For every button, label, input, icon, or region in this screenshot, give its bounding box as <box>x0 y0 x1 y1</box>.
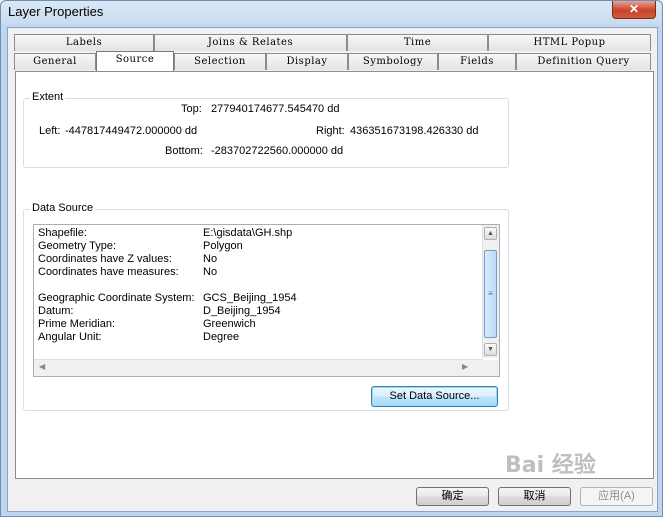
extent-bottom-value: -283702722560.000000 dd <box>211 145 344 157</box>
tab-row-back: Labels Joins & Relates Time HTML Popup <box>14 34 651 52</box>
row-key: Geographic Coordinate System: <box>38 292 195 304</box>
extent-left-value: -447817449472.000000 dd <box>65 125 198 137</box>
cancel-button[interactable]: 取消 <box>498 487 571 506</box>
tab-label: Fields <box>460 56 494 67</box>
row-value: Greenwich <box>203 318 256 330</box>
tab-label: Source <box>115 54 155 65</box>
row-value: No <box>203 253 218 265</box>
tab-definition-query[interactable]: Definition Query <box>516 53 651 70</box>
scroll-thumb[interactable]: ≡ <box>484 250 497 338</box>
source-tab-panel: Extent Top: 277940174677.545470 dd Left:… <box>15 71 654 479</box>
arrow-down-icon: ▼ <box>487 346 494 353</box>
tab-source[interactable]: Source <box>96 51 174 71</box>
set-data-source-button[interactable]: Set Data Source... <box>371 386 498 407</box>
data-source-listbox[interactable]: Shapefile: E:\gisdata\GH.shp Geometry Typ… <box>33 224 500 377</box>
tab-labels[interactable]: Labels <box>14 34 154 51</box>
extent-top-label: Top: <box>181 103 202 115</box>
tab-label: Joins & Relates <box>207 37 294 48</box>
data-source-group: Data Source Shapefile: E:\gisdata\GH.shp … <box>23 202 509 411</box>
extent-top-value: 277940174677.545470 dd <box>211 103 340 115</box>
tab-symbology[interactable]: Symbology <box>348 53 438 70</box>
tab-general[interactable]: General <box>14 53 96 70</box>
row-key: Coordinates have measures: <box>38 266 179 278</box>
grip-icon: ≡ <box>488 289 493 298</box>
dialog-client: Labels Joins & Relates Time HTML Popup G… <box>7 27 658 512</box>
tab-label: Selection <box>194 56 246 67</box>
arrow-left-icon[interactable]: ◀ <box>39 362 45 371</box>
close-icon: ✕ <box>628 2 640 16</box>
button-label: 确定 <box>441 490 464 502</box>
row-value: E:\gisdata\GH.shp <box>203 227 293 239</box>
scroll-up-button[interactable]: ▲ <box>484 227 497 240</box>
button-label: Set Data Source... <box>389 390 480 402</box>
button-label: 应用(A) <box>598 490 635 502</box>
tab-fields[interactable]: Fields <box>438 53 516 70</box>
tab-label: Labels <box>65 37 103 48</box>
tab-label: Display <box>286 56 328 67</box>
tab-label: General <box>33 56 77 67</box>
scroll-corner <box>483 360 499 376</box>
arrow-right-icon[interactable]: ▶ <box>462 362 468 371</box>
tab-selection[interactable]: Selection <box>174 53 266 70</box>
scroll-down-button[interactable]: ▼ <box>484 343 497 356</box>
row-key: Coordinates have Z values: <box>38 253 172 265</box>
extent-right-value: 436351673198.426330 dd <box>350 125 479 137</box>
layer-properties-window: Layer Properties ✕ Labels Joins & Relate… <box>0 0 663 517</box>
watermark-text: Bai 经验 <box>505 453 596 478</box>
tab-label: HTML Popup <box>533 37 606 48</box>
extent-bottom-label: Bottom: <box>165 145 203 157</box>
extent-right-label: Right: <box>316 125 345 137</box>
extent-left-label: Left: <box>39 125 61 137</box>
baidu-watermark: Bai 经验 <box>505 447 655 487</box>
tab-html-popup[interactable]: HTML Popup <box>488 34 651 51</box>
row-key: Shapefile: <box>38 227 87 239</box>
tab-joins-relates[interactable]: Joins & Relates <box>154 34 347 51</box>
extent-group-title: Extent <box>30 91 66 103</box>
tab-time[interactable]: Time <box>347 34 488 51</box>
data-source-group-title: Data Source <box>30 202 96 214</box>
row-key: Datum: <box>38 305 74 317</box>
window-title: Layer Properties <box>8 4 104 19</box>
close-button[interactable]: ✕ <box>612 1 656 19</box>
extent-group: Extent Top: 277940174677.545470 dd Left:… <box>23 91 509 168</box>
arrow-up-icon: ▲ <box>487 230 494 237</box>
vertical-scrollbar[interactable]: ▲ ≡ ▼ <box>482 225 499 358</box>
row-value: GCS_Beijing_1954 <box>203 292 297 304</box>
ok-button[interactable]: 确定 <box>416 487 489 506</box>
row-key: Angular Unit: <box>38 331 102 343</box>
row-value: D_Beijing_1954 <box>203 305 281 317</box>
tab-label: Symbology <box>362 56 424 67</box>
apply-button[interactable]: 应用(A) <box>580 487 653 506</box>
tab-label: Time <box>403 37 432 48</box>
tab-display[interactable]: Display <box>266 53 348 70</box>
row-key: Prime Meridian: <box>38 318 116 330</box>
horizontal-scrollbar[interactable]: ◀ ▶ <box>34 359 483 376</box>
row-value: No <box>203 266 218 278</box>
title-bar[interactable]: Layer Properties ✕ <box>1 1 662 27</box>
button-label: 取消 <box>523 490 546 502</box>
row-value: Degree <box>203 331 240 343</box>
row-key: Geometry Type: <box>38 240 117 252</box>
tab-row-front: General Source Selection Display Symbolo… <box>14 51 651 71</box>
tab-label: Definition Query <box>537 56 630 67</box>
row-value: Polygon <box>203 240 243 252</box>
